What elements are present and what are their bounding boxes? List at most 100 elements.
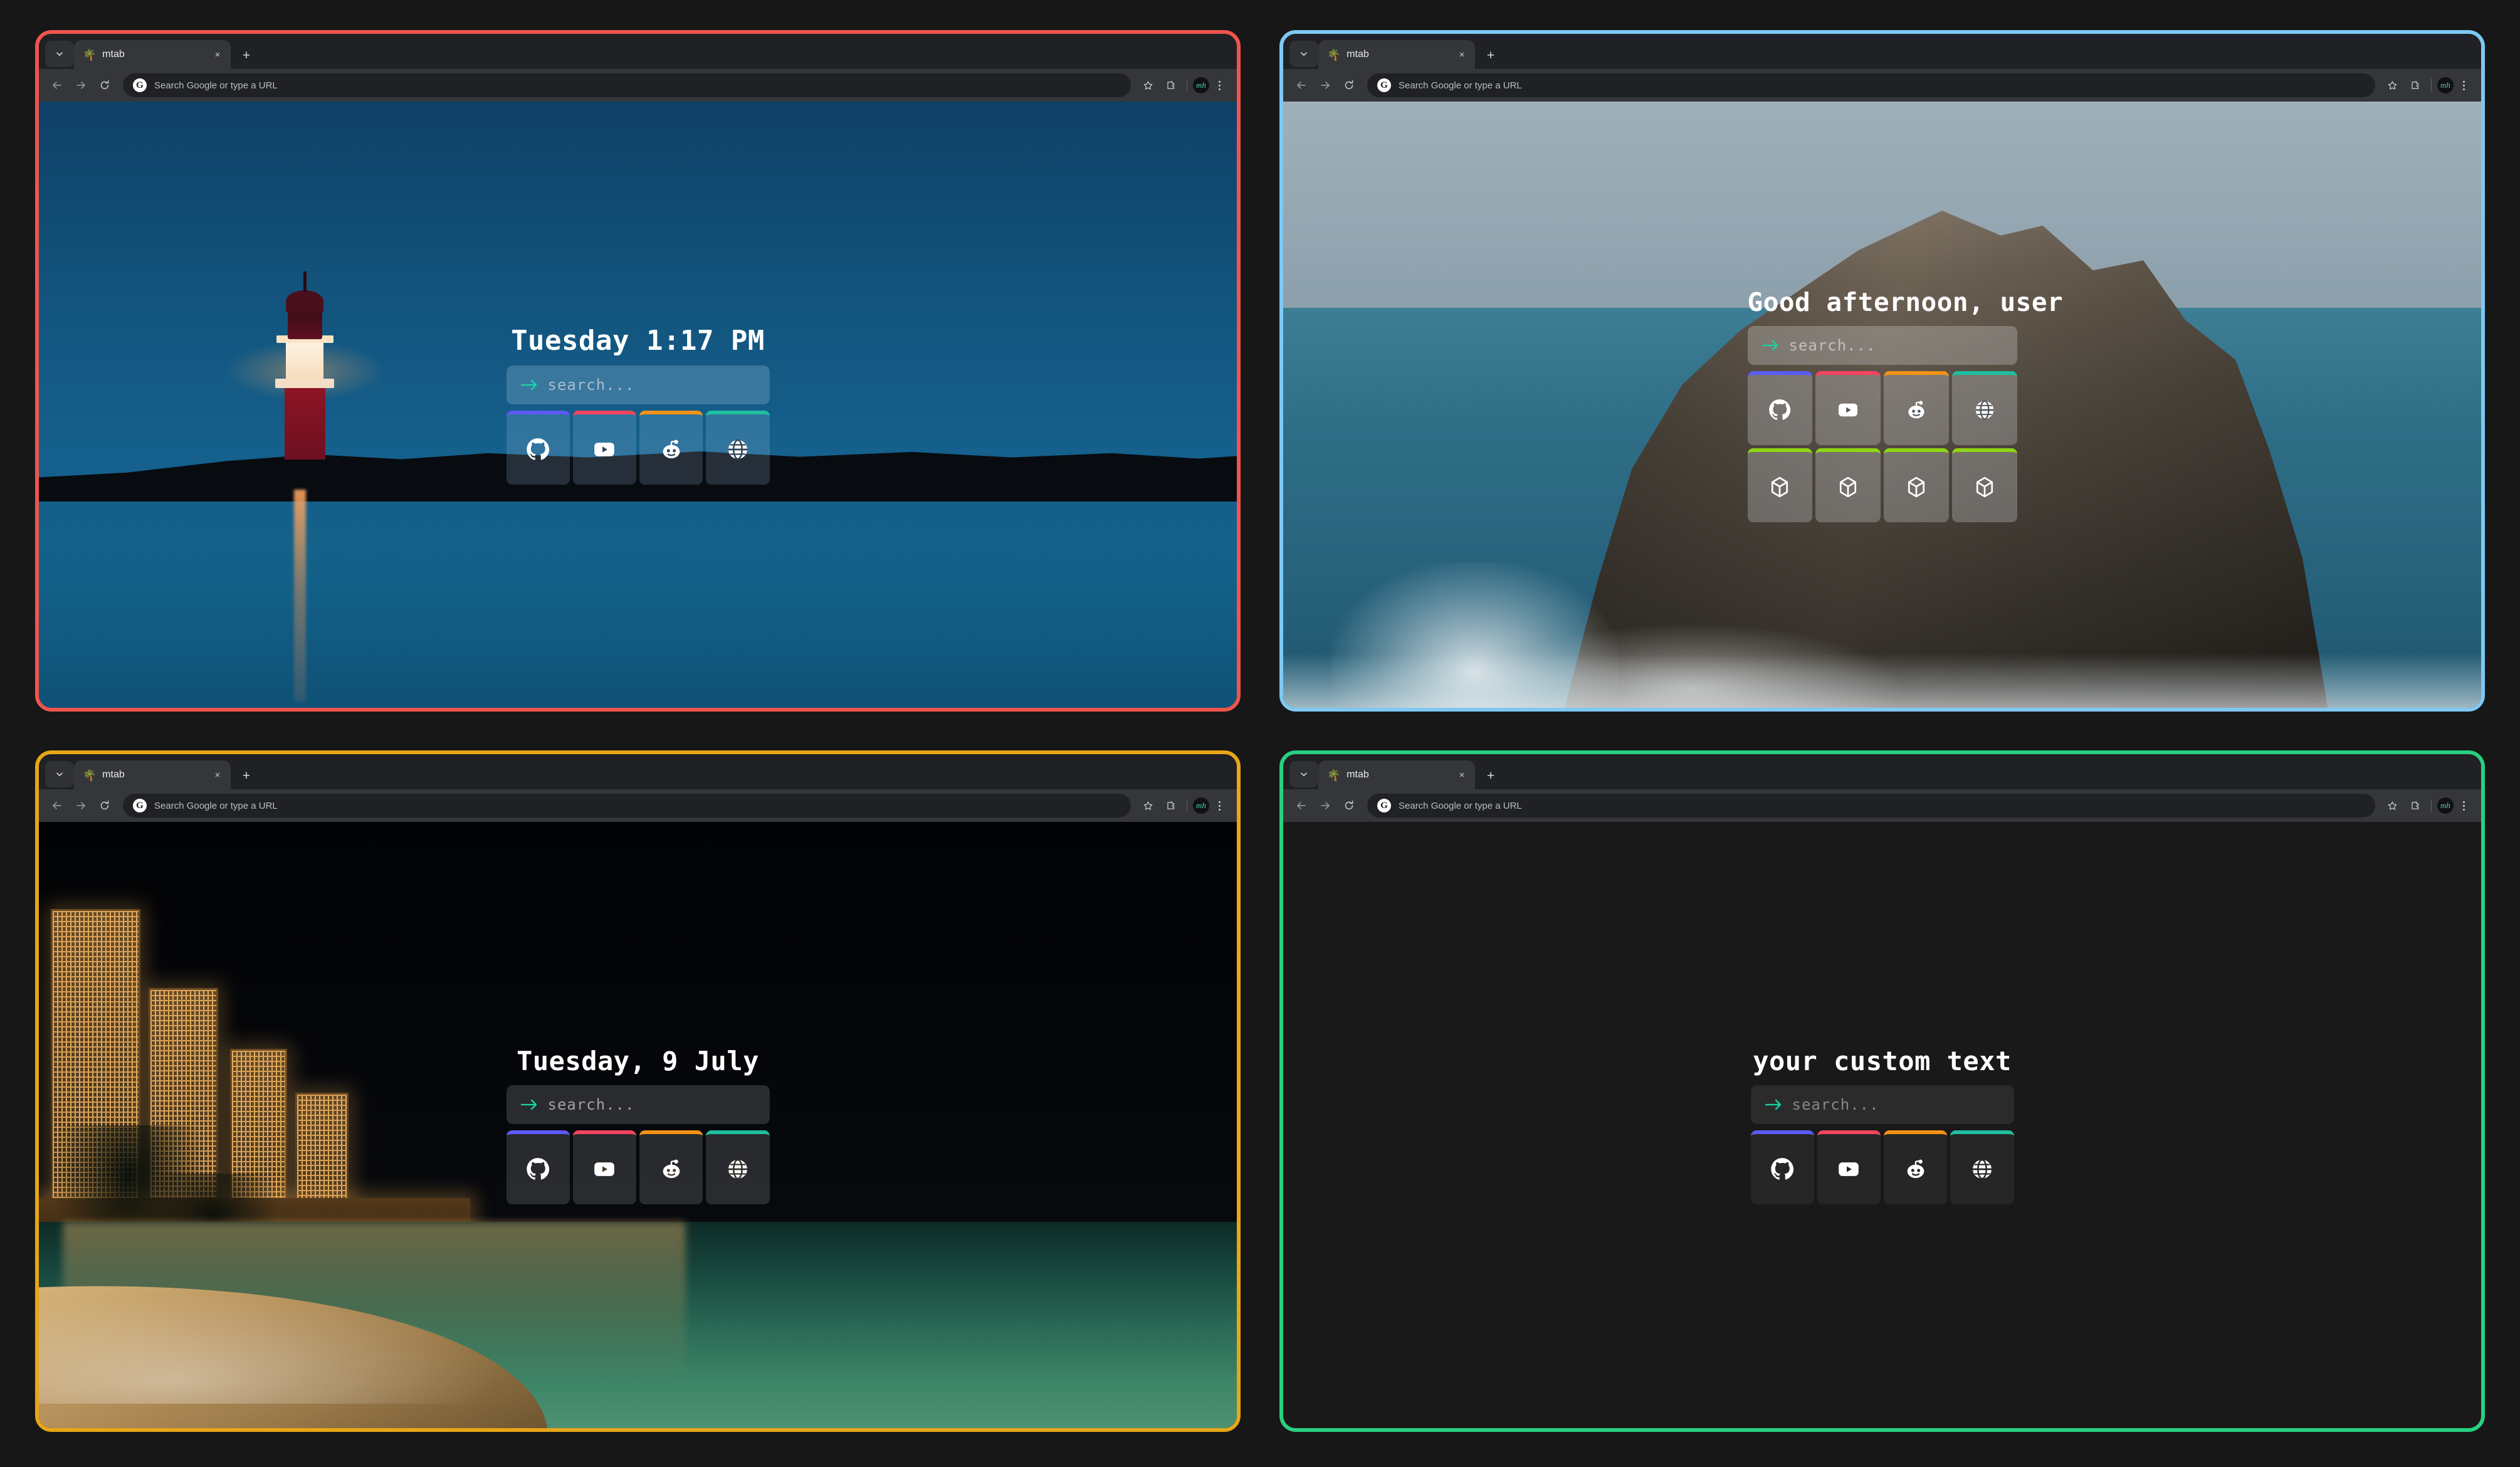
toolbar-right-group: mh	[1137, 75, 1228, 96]
shortcut-box-4[interactable]	[1951, 448, 2017, 522]
google-icon: G	[1377, 799, 1391, 812]
new-tab-button[interactable]: +	[236, 45, 257, 66]
tab-mtab[interactable]: 🌴 mtab ×	[1318, 40, 1475, 69]
reddit-icon	[663, 439, 680, 458]
shortcut-reddit[interactable]	[1884, 1130, 1948, 1204]
shortcut-web[interactable]	[1951, 371, 2017, 445]
tab-title: mtab	[1347, 49, 1369, 60]
chevron-down-icon	[55, 770, 64, 779]
shortcut-web[interactable]	[706, 1130, 770, 1204]
search-placeholder: search...	[1792, 1096, 1879, 1113]
shortcut-web[interactable]	[1950, 1130, 2014, 1204]
puzzle-icon[interactable]	[1160, 795, 1181, 816]
omnibox[interactable]: G Search Google or type a URL	[1367, 794, 2375, 818]
search-input[interactable]: search...	[1747, 326, 2017, 365]
new-tab-button[interactable]: +	[1480, 45, 1501, 66]
close-icon[interactable]: ×	[211, 768, 224, 782]
shortcut-reddit[interactable]	[1884, 371, 1949, 445]
omnibox[interactable]: G Search Google or type a URL	[123, 794, 1131, 818]
globe-icon	[728, 439, 747, 460]
tab-search-button[interactable]	[1289, 41, 1318, 67]
chevron-down-icon	[1299, 50, 1308, 58]
puzzle-icon[interactable]	[2404, 795, 2425, 816]
tab-mtab[interactable]: 🌴 mtab ×	[74, 40, 231, 69]
browser-toolbar: G Search Google or type a URL mh	[1283, 69, 2481, 102]
puzzle-icon[interactable]	[1160, 75, 1181, 96]
tab-search-button[interactable]	[1289, 761, 1318, 787]
back-arrow-icon[interactable]	[46, 795, 68, 816]
close-icon[interactable]: ×	[1455, 768, 1469, 782]
avatar[interactable]: mh	[1193, 77, 1209, 93]
avatar[interactable]: mh	[2437, 77, 2454, 93]
shortcut-box-3[interactable]	[1884, 448, 1949, 522]
search-input[interactable]: search...	[1750, 1085, 2014, 1124]
mtab-content: Good afternoon, user search...	[1283, 102, 2481, 708]
forward-arrow-icon[interactable]	[70, 795, 92, 816]
omnibox[interactable]: G Search Google or type a URL	[1367, 73, 2375, 97]
back-arrow-icon[interactable]	[1291, 75, 1312, 96]
shortcut-github[interactable]	[1747, 371, 1813, 445]
kebab-menu-icon[interactable]	[2455, 76, 2472, 94]
star-icon[interactable]	[1137, 75, 1158, 96]
youtube-icon	[1839, 1162, 1859, 1176]
close-icon[interactable]: ×	[1455, 48, 1469, 61]
close-icon[interactable]: ×	[211, 48, 224, 61]
back-arrow-icon[interactable]	[1291, 795, 1312, 816]
search-input[interactable]: search...	[506, 1085, 770, 1124]
back-arrow-icon[interactable]	[46, 75, 68, 96]
palm-tree-favicon: 🌴	[83, 48, 97, 61]
reddit-icon	[1907, 1159, 1924, 1178]
reload-icon[interactable]	[1338, 75, 1360, 96]
shortcut-github[interactable]	[1750, 1130, 1814, 1204]
shortcut-box-2[interactable]	[1815, 448, 1881, 522]
new-tab-button[interactable]: +	[236, 765, 257, 786]
shortcut-row-1	[506, 1130, 770, 1204]
shortcut-youtube[interactable]	[572, 411, 636, 485]
page-heading: Good afternoon, user	[1747, 287, 2064, 317]
page-heading: Tuesday, 9 July	[517, 1046, 759, 1076]
shortcut-reddit[interactable]	[639, 1130, 703, 1204]
browser-toolbar: G Search Google or type a URL mh	[39, 69, 1237, 102]
omnibox[interactable]: G Search Google or type a URL	[123, 73, 1131, 97]
shortcut-row-1	[506, 411, 770, 485]
mtab-content: your custom text search...	[1283, 822, 2481, 1428]
shortcut-youtube[interactable]	[1815, 371, 1881, 445]
arrow-right-icon	[1765, 1099, 1781, 1110]
tab-mtab[interactable]: 🌴 mtab ×	[1318, 760, 1475, 789]
star-icon[interactable]	[2381, 795, 2403, 816]
kebab-menu-icon[interactable]	[1210, 76, 1228, 94]
shortcut-github[interactable]	[506, 411, 570, 485]
shortcut-box-1[interactable]	[1747, 448, 1813, 522]
shortcut-web[interactable]	[706, 411, 770, 485]
shortcut-reddit[interactable]	[639, 411, 703, 485]
reload-icon[interactable]	[94, 75, 115, 96]
forward-arrow-icon[interactable]	[1315, 75, 1336, 96]
tab-strip: 🌴 mtab × +	[39, 754, 1237, 789]
avatar[interactable]: mh	[1193, 797, 1209, 814]
box-icon	[1908, 476, 1924, 498]
kebab-menu-icon[interactable]	[1210, 797, 1228, 814]
shortcut-github[interactable]	[506, 1130, 570, 1204]
kebab-menu-icon[interactable]	[2455, 797, 2472, 814]
shortcut-youtube[interactable]	[572, 1130, 636, 1204]
browser-window-greeting: 🌴 mtab × + G Search Google or type a URL…	[1279, 30, 2485, 712]
globe-icon	[1972, 1159, 1992, 1180]
avatar[interactable]: mh	[2437, 797, 2454, 814]
search-input[interactable]: search...	[506, 365, 770, 404]
tab-title: mtab	[1347, 769, 1369, 780]
tab-search-button[interactable]	[45, 761, 74, 787]
shortcut-youtube[interactable]	[1817, 1130, 1881, 1204]
puzzle-icon[interactable]	[2404, 75, 2425, 96]
tab-mtab[interactable]: 🌴 mtab ×	[74, 760, 231, 789]
forward-arrow-icon[interactable]	[1315, 795, 1336, 816]
tab-search-button[interactable]	[45, 41, 74, 67]
reload-icon[interactable]	[94, 795, 115, 816]
star-icon[interactable]	[1137, 795, 1158, 816]
reload-icon[interactable]	[1338, 795, 1360, 816]
search-placeholder: search...	[547, 1096, 635, 1113]
box-icon	[1976, 476, 1993, 498]
forward-arrow-icon[interactable]	[70, 75, 92, 96]
reddit-icon	[663, 1159, 680, 1178]
new-tab-button[interactable]: +	[1480, 765, 1501, 786]
star-icon[interactable]	[2381, 75, 2403, 96]
